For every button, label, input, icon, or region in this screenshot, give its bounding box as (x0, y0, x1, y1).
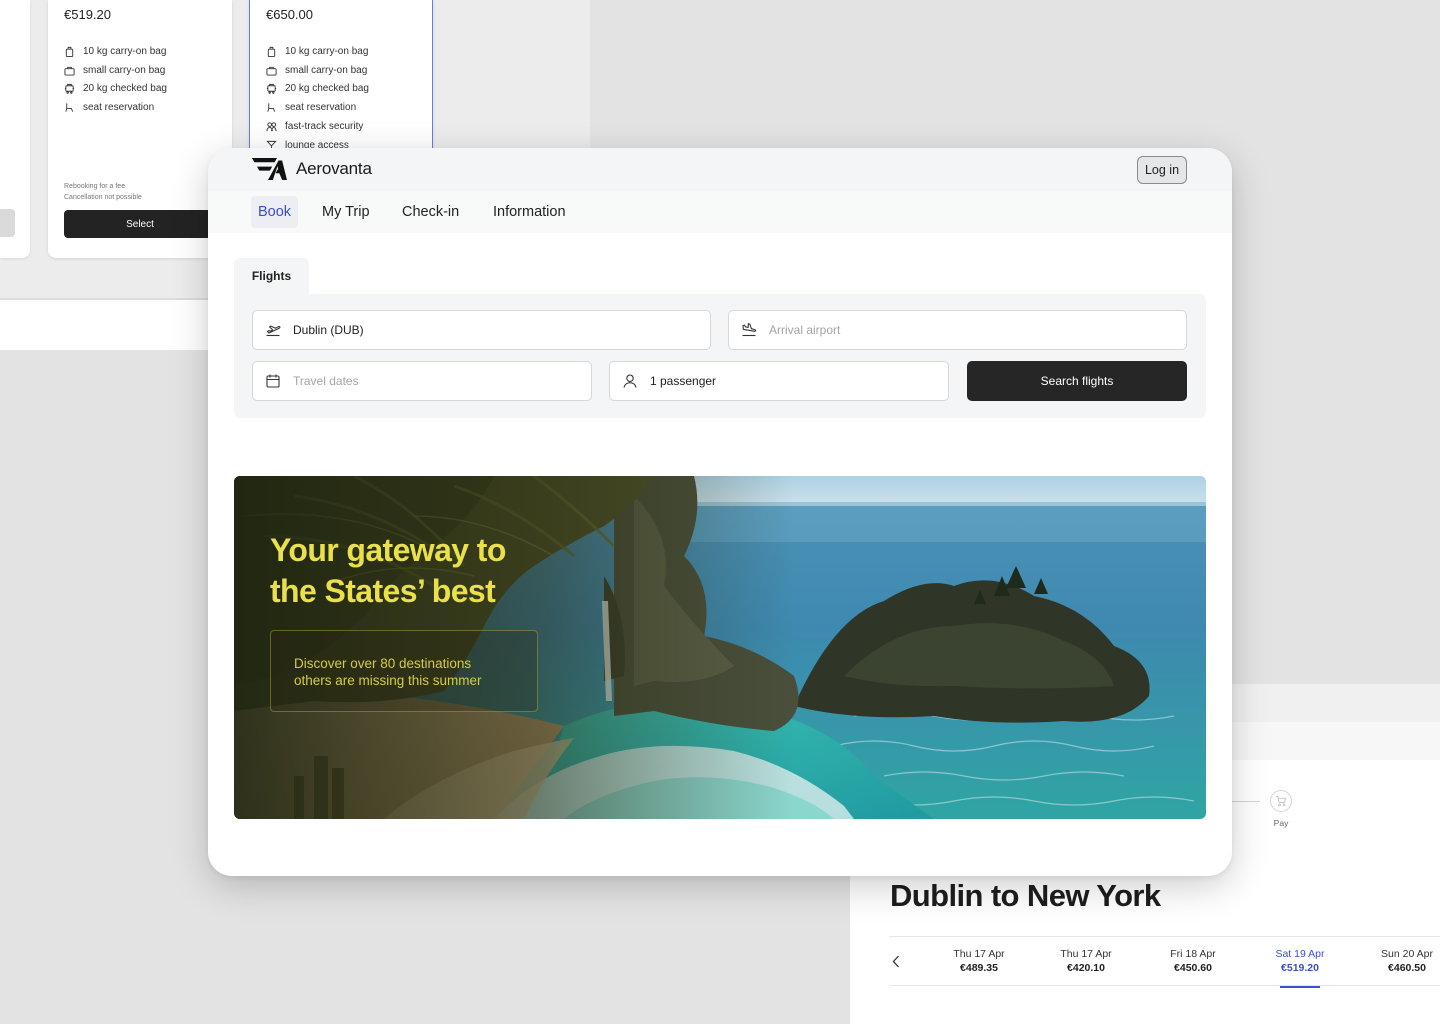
fare-feature: small carry-on bag (64, 61, 167, 80)
plane-takeoff-icon (266, 325, 281, 337)
travel-dates-field[interactable]: Travel dates (252, 361, 592, 401)
date-option[interactable]: Sun 20 Apr €460.50 (1372, 937, 1440, 987)
booking-window: Aerovanta Log in Book My Trip Check-in I… (208, 148, 1232, 876)
previous-dates-button[interactable] (889, 951, 903, 971)
promo-banner[interactable]: Your gateway to the States’ best Discove… (234, 476, 1206, 819)
fare-feature-list: 10 kg carry-on bag small carry-on bag 20… (64, 42, 167, 117)
select-fare-button[interactable]: Select (64, 210, 216, 238)
date-selector: Thu 17 Apr €489.35 Thu 17 Apr €420.10 Fr… (889, 936, 1440, 988)
departure-airport-value: Dublin (DUB) (293, 323, 364, 337)
user-icon (623, 374, 637, 388)
nav-check-in[interactable]: Check-in (395, 196, 466, 228)
fare-feature: 20 kg checked bag (266, 80, 369, 99)
brand-name: Aerovanta (296, 159, 372, 178)
luggage-icon (64, 84, 75, 95)
top-bar: Aerovanta Log in (208, 148, 1232, 191)
seat-icon (267, 103, 276, 113)
pay-step (1270, 790, 1292, 812)
passengers-field[interactable]: 1 passenger (609, 361, 949, 401)
plane-landing-icon (742, 323, 757, 337)
date-option[interactable]: Fri 18 Apr €450.60 (1158, 937, 1228, 987)
progress-connector (1232, 801, 1260, 802)
bag-icon (65, 46, 74, 57)
bag-icon (267, 46, 276, 57)
search-flights-button[interactable]: Search flights (967, 361, 1187, 401)
fare-conditions: Rebooking for a fee Cancellation not pos… (64, 183, 142, 201)
passengers-value: 1 passenger (650, 374, 717, 388)
fare-feature: fast-track security (266, 117, 369, 136)
date-option[interactable]: Thu 17 Apr €489.35 (944, 937, 1014, 987)
date-option-selected[interactable]: Sat 19 Apr €519.20 (1265, 937, 1335, 988)
fare-feature: 10 kg carry-on bag (266, 42, 369, 61)
people-icon (266, 122, 277, 132)
chevron-left-icon (892, 955, 899, 967)
luggage-icon (266, 84, 277, 95)
hero-title: Your gateway to the States’ best (270, 532, 506, 609)
fare-feature: small carry-on bag (266, 61, 369, 80)
flight-search-form: Dublin (DUB) Arrival airport Travel date… (234, 294, 1206, 418)
travel-dates-placeholder: Travel dates (293, 374, 359, 388)
aerovanta-logo-icon (252, 158, 287, 180)
nav-my-trip[interactable]: My Trip (315, 196, 377, 228)
fare-price: €650.00 (266, 7, 313, 22)
hero-subtitle-box: Discover over 80 destinations others are… (270, 630, 538, 712)
nav-book[interactable]: Book (251, 196, 299, 228)
fare-feature-list: 10 kg carry-on bag small carry-on bag 20… (266, 42, 369, 155)
login-button[interactable]: Log in (1137, 156, 1187, 184)
departure-airport-field[interactable]: Dublin (DUB) (252, 310, 711, 350)
fare-feature: 10 kg carry-on bag (64, 42, 167, 61)
fare-feature: seat reservation (64, 98, 167, 117)
pay-step-label: Pay (1273, 818, 1289, 828)
tab-flights[interactable]: Flights (234, 258, 309, 294)
fare-price: €519.20 (64, 7, 111, 22)
main-nav: Book My Trip Check-in Information (208, 191, 1232, 233)
cart-icon (1276, 796, 1287, 807)
fare-card-standard: €519.20 10 kg carry-on bag small carry-o… (48, 0, 232, 258)
fare-feature: 20 kg checked bag (64, 80, 167, 99)
date-option[interactable]: Thu 17 Apr €420.10 (1051, 937, 1121, 987)
fare-card-plus: €650.00 10 kg carry-on bag small carry-o… (249, 0, 433, 160)
select-button-partial[interactable] (0, 209, 15, 237)
small-bag-icon (266, 66, 277, 76)
small-bag-icon (64, 66, 75, 76)
brand[interactable]: Aerovanta (252, 158, 372, 180)
arrival-airport-field[interactable]: Arrival airport (728, 310, 1187, 350)
fare-feature: seat reservation (266, 98, 369, 117)
route-title: Dublin to New York (890, 878, 1161, 913)
seat-icon (65, 103, 74, 113)
arrival-airport-placeholder: Arrival airport (769, 323, 841, 337)
fare-card-partial (0, 0, 30, 258)
calendar-icon (266, 374, 280, 388)
nav-information[interactable]: Information (486, 196, 573, 228)
